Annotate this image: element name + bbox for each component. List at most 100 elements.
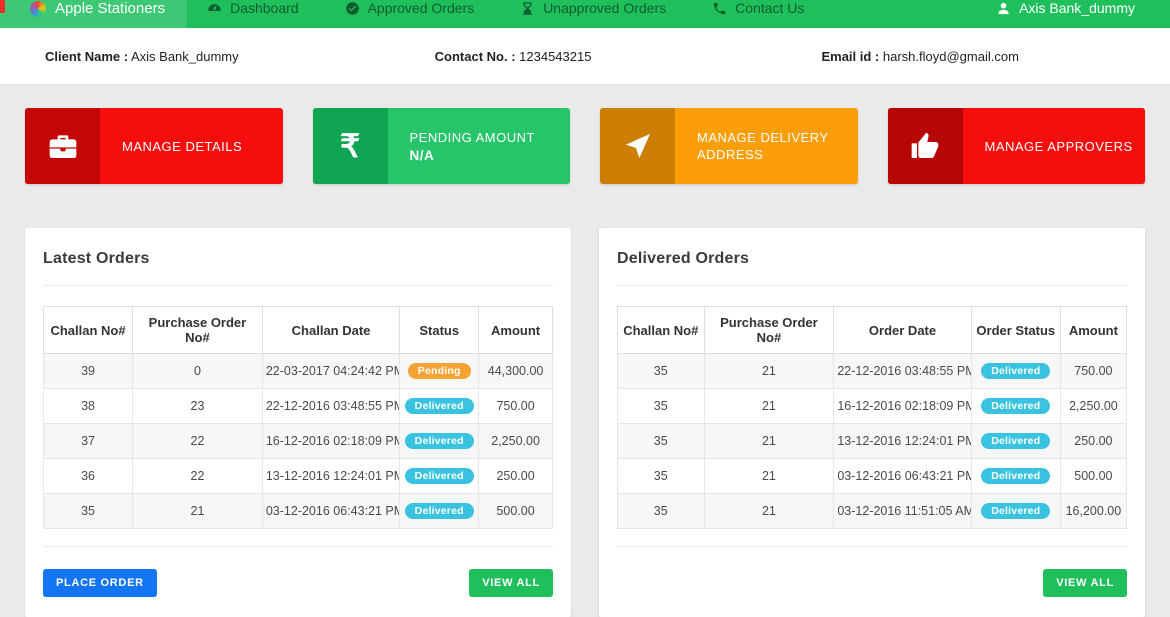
panel-title: Latest Orders — [43, 250, 553, 268]
brand-home-link[interactable]: Apple Stationers — [0, 0, 187, 28]
table-row: 362213-12-2016 12:24:01 PMDelivered250.0… — [44, 459, 553, 494]
table-header-row: Challan No# Purchase Order No# Challan D… — [44, 307, 553, 354]
dashboard-icon — [207, 1, 222, 16]
status-cell: Pending — [400, 354, 479, 389]
table-cell: 03-12-2016 11:51:05 AM — [834, 494, 971, 529]
card-title: MANAGE APPROVERS — [985, 138, 1136, 155]
manage-delivery-address-card[interactable]: MANAGE DELIVERY ADDRESS — [600, 108, 858, 184]
status-badge: Delivered — [981, 433, 1050, 449]
order-panels: Latest Orders Challan No# Purchase Order… — [25, 228, 1145, 617]
table-cell: 35 — [618, 354, 705, 389]
table-cell: 250.00 — [479, 459, 553, 494]
status-cell: Delivered — [400, 459, 479, 494]
phone-icon — [712, 1, 727, 16]
table-row: 382322-12-2016 03:48:55 PMDelivered750.0… — [44, 389, 553, 424]
status-cell: Delivered — [400, 389, 479, 424]
card-title: PENDING AMOUNT — [410, 129, 561, 146]
card-title: MANAGE DETAILS — [122, 138, 273, 155]
app-logo-icon — [30, 1, 46, 17]
table-cell: 23 — [133, 389, 263, 424]
nav-item-contact-us[interactable]: Contact Us — [712, 0, 804, 17]
user-name: Axis Bank_dummy — [1019, 0, 1135, 17]
table-cell: 13-12-2016 12:24:01 PM — [262, 459, 399, 494]
place-order-button[interactable]: PLACE ORDER — [43, 569, 157, 597]
table-cell: 39 — [44, 354, 133, 389]
user-menu[interactable]: Axis Bank_dummy — [996, 0, 1135, 17]
status-cell: Delivered — [971, 424, 1060, 459]
client-name-label: Client Name : — [45, 49, 128, 64]
table-row: 372216-12-2016 02:18:09 PMDelivered2,250… — [44, 424, 553, 459]
table-cell: 22-03-2017 04:24:42 PM — [262, 354, 399, 389]
column-header: Order Date — [834, 307, 971, 354]
manage-approvers-card[interactable]: MANAGE APPROVERS — [888, 108, 1146, 184]
table-row: 352103-12-2016 06:43:21 PM Delivered 500.0… — [618, 459, 1127, 494]
status-badge: Delivered — [405, 433, 474, 449]
top-navbar: Apple Stationers Dashboard Approved Orde… — [0, 0, 1170, 28]
table-cell: 500.00 — [479, 494, 553, 529]
table-cell: 03-12-2016 06:43:21 PM — [834, 459, 971, 494]
table-cell: 16-12-2016 02:18:09 PM — [834, 389, 971, 424]
table-cell: 38 — [44, 389, 133, 424]
status-cell: Delivered — [400, 494, 479, 529]
table-cell: 16,200.00 — [1060, 494, 1126, 529]
delivered-orders-panel: Delivered Orders Challan No# Purchase Or… — [599, 228, 1145, 617]
view-all-delivered-button[interactable]: VIEW ALL — [1043, 569, 1127, 597]
view-all-latest-button[interactable]: VIEW ALL — [469, 569, 553, 597]
table-cell: 250.00 — [1060, 424, 1126, 459]
table-cell: 500.00 — [1060, 459, 1126, 494]
table-cell: 750.00 — [1060, 354, 1126, 389]
nav-item-label: Approved Orders — [368, 0, 475, 17]
status-badge: Delivered — [981, 468, 1050, 484]
table-cell: 03-12-2016 06:43:21 PM — [262, 494, 399, 529]
column-header: Challan No# — [618, 307, 705, 354]
card-icon-box: ₹ — [313, 108, 388, 184]
shortcut-cards: MANAGE DETAILS ₹ PENDING AMOUNT N/A MANA… — [25, 108, 1145, 184]
table-cell: 35 — [618, 459, 705, 494]
status-badge: Delivered — [981, 398, 1050, 414]
panel-title: Delivered Orders — [617, 250, 1127, 268]
status-badge: Delivered — [405, 398, 474, 414]
nav-item-approved-orders[interactable]: Approved Orders — [345, 0, 475, 17]
table-cell: 21 — [704, 459, 834, 494]
briefcase-icon — [47, 130, 79, 162]
thumbs-up-icon — [909, 130, 941, 162]
divider — [617, 546, 1127, 547]
status-badge: Delivered — [981, 503, 1050, 519]
table-cell: 21 — [704, 424, 834, 459]
nav-item-label: Unapproved Orders — [543, 0, 666, 17]
column-header: Challan No# — [44, 307, 133, 354]
table-cell: 21 — [133, 494, 263, 529]
table-cell: 35 — [44, 494, 133, 529]
status-cell: Delivered — [971, 494, 1060, 529]
status-badge: Pending — [408, 363, 471, 379]
table-cell: 35 — [618, 424, 705, 459]
table-cell: 36 — [44, 459, 133, 494]
table-cell: 2,250.00 — [479, 424, 553, 459]
column-header: Order Status — [971, 307, 1060, 354]
table-cell: 21 — [704, 494, 834, 529]
card-title: MANAGE DELIVERY ADDRESS — [697, 129, 848, 163]
delivered-orders-table: Challan No# Purchase Order No# Order Dat… — [617, 306, 1127, 529]
column-header: Status — [400, 307, 479, 354]
client-name-value: Axis Bank_dummy — [131, 49, 239, 64]
client-info-bar: Client Name : Axis Bank_dummy Contact No… — [0, 28, 1170, 85]
nav-item-dashboard[interactable]: Dashboard — [207, 0, 299, 17]
table-row: 352116-12-2016 02:18:09 PMDelivered2,250… — [618, 389, 1127, 424]
table-cell: 35 — [618, 494, 705, 529]
pending-amount-value: N/A — [410, 147, 561, 164]
location-arrow-icon — [622, 130, 654, 162]
table-row: 352103-12-2016 06:43:21 PMDelivered500.0… — [44, 494, 553, 529]
status-cell: Delivered — [400, 424, 479, 459]
email-id-label: Email id : — [821, 49, 879, 64]
column-header: Purchase Order No# — [704, 307, 834, 354]
divider — [43, 285, 553, 286]
pending-amount-card[interactable]: ₹ PENDING AMOUNT N/A — [313, 108, 571, 184]
column-header: Purchase Order No# — [133, 307, 263, 354]
table-cell: 37 — [44, 424, 133, 459]
nav-item-unapproved-orders[interactable]: Unapproved Orders — [520, 0, 666, 17]
column-header: Amount — [1060, 307, 1126, 354]
manage-details-card[interactable]: MANAGE DETAILS — [25, 108, 283, 184]
table-row: 352103-12-2016 11:51:05 AM Delivered 16,20… — [618, 494, 1127, 529]
screen-corner-artifact — [0, 0, 5, 13]
nav-menu: Dashboard Approved Orders Unapproved Ord… — [207, 0, 850, 17]
